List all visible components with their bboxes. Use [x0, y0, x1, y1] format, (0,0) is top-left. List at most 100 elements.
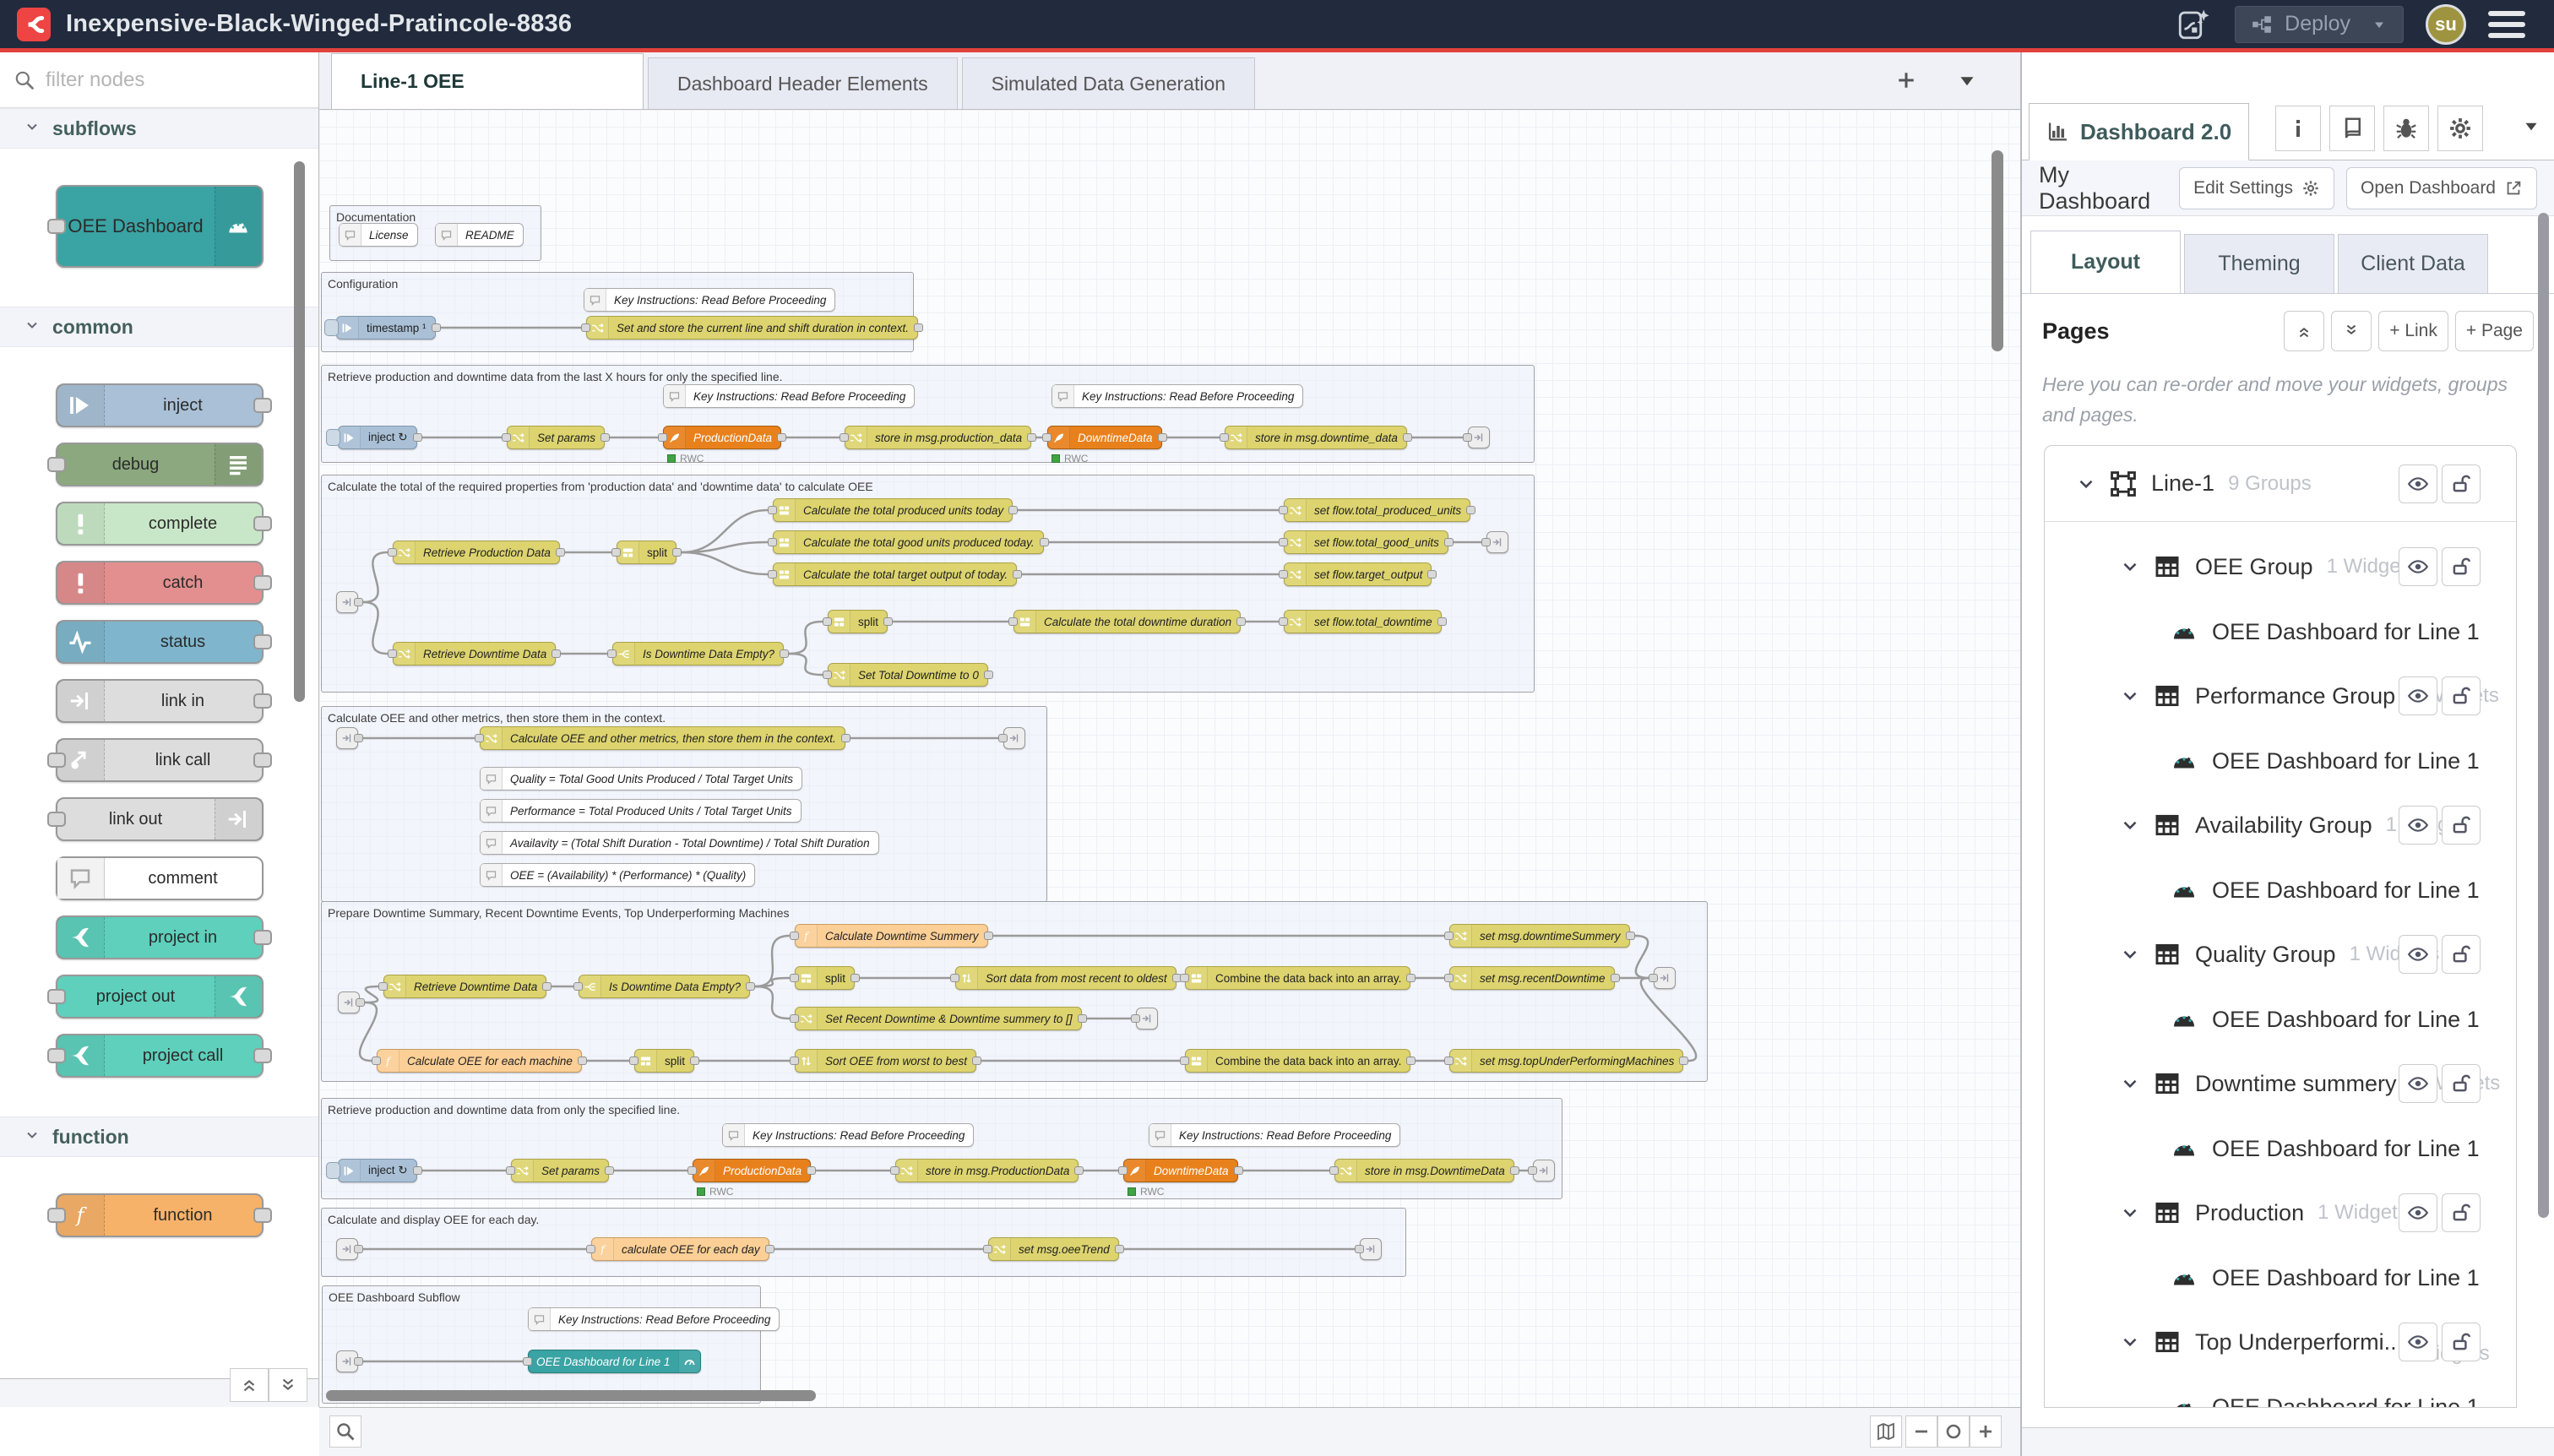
collapse-all-pages-button[interactable] [2284, 311, 2324, 351]
node-output-port[interactable] [984, 932, 993, 940]
docs-button[interactable] [2329, 106, 2375, 151]
palette-section-header-common[interactable]: common [0, 307, 318, 347]
node-input-port[interactable] [658, 433, 667, 442]
node-output-port[interactable] [746, 982, 755, 991]
node-input-port[interactable] [1180, 974, 1189, 982]
node-output-port[interactable] [253, 575, 272, 590]
flow-tab-3[interactable]: Simulated Data Generation [962, 57, 1255, 109]
node-output-port[interactable] [556, 548, 565, 557]
node-output-port[interactable] [354, 1245, 363, 1253]
node-input-port[interactable] [1355, 1245, 1364, 1253]
node-output-port[interactable] [1158, 433, 1167, 442]
minimap-button[interactable] [1870, 1415, 1902, 1448]
sidebar-subtab-client-data[interactable]: Client Data [2338, 234, 2488, 293]
node-input-port[interactable] [1180, 1057, 1189, 1065]
palette-node-debug[interactable]: debug [56, 443, 264, 486]
comment-node[interactable]: Key Instructions: Read Before Proceeding [722, 1123, 974, 1147]
calc-node[interactable]: Calculate the total good units produced … [773, 530, 1044, 554]
change-node[interactable]: Retrieve Downtime Data [393, 642, 556, 666]
change-node[interactable]: set msg.recentDowntime [1449, 966, 1615, 990]
node-input-port[interactable] [1042, 433, 1051, 442]
node-input-port[interactable] [950, 974, 959, 982]
node-output-port[interactable] [1027, 433, 1036, 442]
influx-node[interactable]: ProductionDataRWC [693, 1159, 811, 1182]
tree-widget-row[interactable]: OEE Dashboard for Line 1 [2045, 865, 2516, 915]
change-node[interactable]: Set params [507, 426, 605, 449]
sidebar-scrollbar[interactable] [2538, 213, 2549, 1218]
flow-tab-1[interactable]: Line-1 OEE [331, 53, 644, 109]
comment-node[interactable]: Availavity = (Total Shift Duration - Tot… [480, 831, 879, 855]
node-input-port[interactable] [1279, 617, 1288, 626]
node-output-port[interactable] [354, 598, 363, 606]
zoom-reset-button[interactable] [1937, 1415, 1970, 1448]
node-output-port[interactable] [354, 734, 363, 742]
node-input-port[interactable] [1220, 433, 1229, 442]
join-node[interactable]: Combine the data back into an array. [1185, 1049, 1410, 1073]
node-output-port[interactable] [1466, 506, 1475, 514]
node-output-port[interactable] [984, 671, 993, 679]
node-input-port[interactable] [388, 548, 397, 557]
node-input-port[interactable] [1463, 433, 1472, 442]
change-node[interactable]: Set and store the current line and shift… [586, 316, 918, 340]
tree-widget-row[interactable]: OEE Dashboard for Line 1 [2045, 606, 2516, 657]
node-input-port[interactable] [823, 671, 832, 679]
node-input-port[interactable] [890, 1166, 899, 1175]
sidebar-tabs-menu-button[interactable] [2520, 115, 2542, 141]
chevron-down-icon[interactable] [2119, 943, 2141, 965]
change-node[interactable]: set msg.topUnderPerformingMachines [1449, 1049, 1683, 1073]
inject-node[interactable]: inject ↻ [338, 426, 417, 449]
change-node[interactable]: store in msg.DowntimeData [1334, 1159, 1514, 1182]
chevron-down-icon[interactable] [2119, 814, 2141, 836]
comment-node[interactable]: Key Instructions: Read Before Proceeding [584, 288, 835, 312]
palette-node-project-out[interactable]: project out [56, 975, 264, 1019]
node-input-port[interactable] [687, 1166, 697, 1175]
edit-settings-button[interactable]: Edit Settings [2179, 167, 2334, 209]
influx-node[interactable]: ProductionDataRWC [663, 426, 781, 449]
palette-search[interactable] [0, 52, 318, 108]
node-output-port[interactable] [690, 1057, 699, 1065]
palette-node-link-call[interactable]: link call [56, 738, 264, 782]
node-output-port[interactable] [1078, 1014, 1087, 1023]
palette-node-link-out[interactable]: link out [56, 797, 264, 841]
split-node[interactable]: split [828, 610, 888, 633]
lock-button[interactable] [2442, 1323, 2481, 1361]
tree-group-row[interactable]: Downtime summery1 Widgets [2045, 1058, 2516, 1109]
tree-group-row[interactable]: Availability Group1 Widgets [2045, 800, 2516, 850]
inject-node[interactable]: inject ↻ [338, 1159, 417, 1182]
node-input-port[interactable] [1008, 617, 1018, 626]
node-output-port[interactable] [413, 1166, 422, 1175]
user-avatar[interactable]: su [2426, 4, 2466, 45]
comment-node[interactable]: Key Instructions: Read Before Proceeding [1149, 1123, 1400, 1147]
comment-node[interactable]: OEE = (Availability) * (Performance) * (… [480, 863, 755, 887]
change-node[interactable]: Set Total Downtime to 0 [828, 663, 988, 687]
node-input-port[interactable] [1444, 974, 1454, 982]
palette-section-header-function[interactable]: function [0, 1116, 318, 1157]
palette-expand-all-button[interactable] [269, 1368, 307, 1402]
palette-scrollbar[interactable] [294, 161, 305, 702]
node-input-port[interactable] [1279, 570, 1288, 579]
palette-section-header-subflows[interactable]: subflows [0, 108, 318, 149]
comment-node[interactable]: Quality = Total Good Units Produced / To… [480, 767, 802, 790]
deploy-options-caret[interactable] [2371, 16, 2388, 33]
inject-button[interactable] [326, 429, 340, 446]
node-output-port[interactable] [253, 398, 272, 413]
node-output-port[interactable] [253, 930, 272, 945]
node-input-port[interactable] [1528, 1166, 1537, 1175]
node-output-port[interactable] [253, 516, 272, 531]
node-output-port[interactable] [1403, 433, 1412, 442]
sidebar-tab-dashboard[interactable]: Dashboard 2.0 [2029, 103, 2249, 160]
chevron-down-icon[interactable] [2119, 1202, 2141, 1224]
palette-collapse-all-button[interactable] [230, 1368, 269, 1402]
node-output-port[interactable] [841, 734, 850, 742]
flow-tab-2[interactable]: Dashboard Header Elements [648, 57, 958, 109]
node-input-port[interactable] [790, 1057, 799, 1065]
node-output-port[interactable] [1406, 974, 1416, 982]
lock-button[interactable] [2442, 1064, 2481, 1103]
split-node[interactable]: split [634, 1049, 694, 1073]
change-node[interactable]: store in msg.ProductionData [895, 1159, 1079, 1182]
palette-node-project-call[interactable]: project call [56, 1034, 264, 1078]
node-input-port[interactable] [629, 1057, 638, 1065]
ai-assistant-icon[interactable] [2174, 5, 2213, 44]
linkout-node[interactable] [1136, 1008, 1158, 1030]
change-node[interactable]: Calculate OEE and other metrics, then st… [480, 726, 845, 750]
